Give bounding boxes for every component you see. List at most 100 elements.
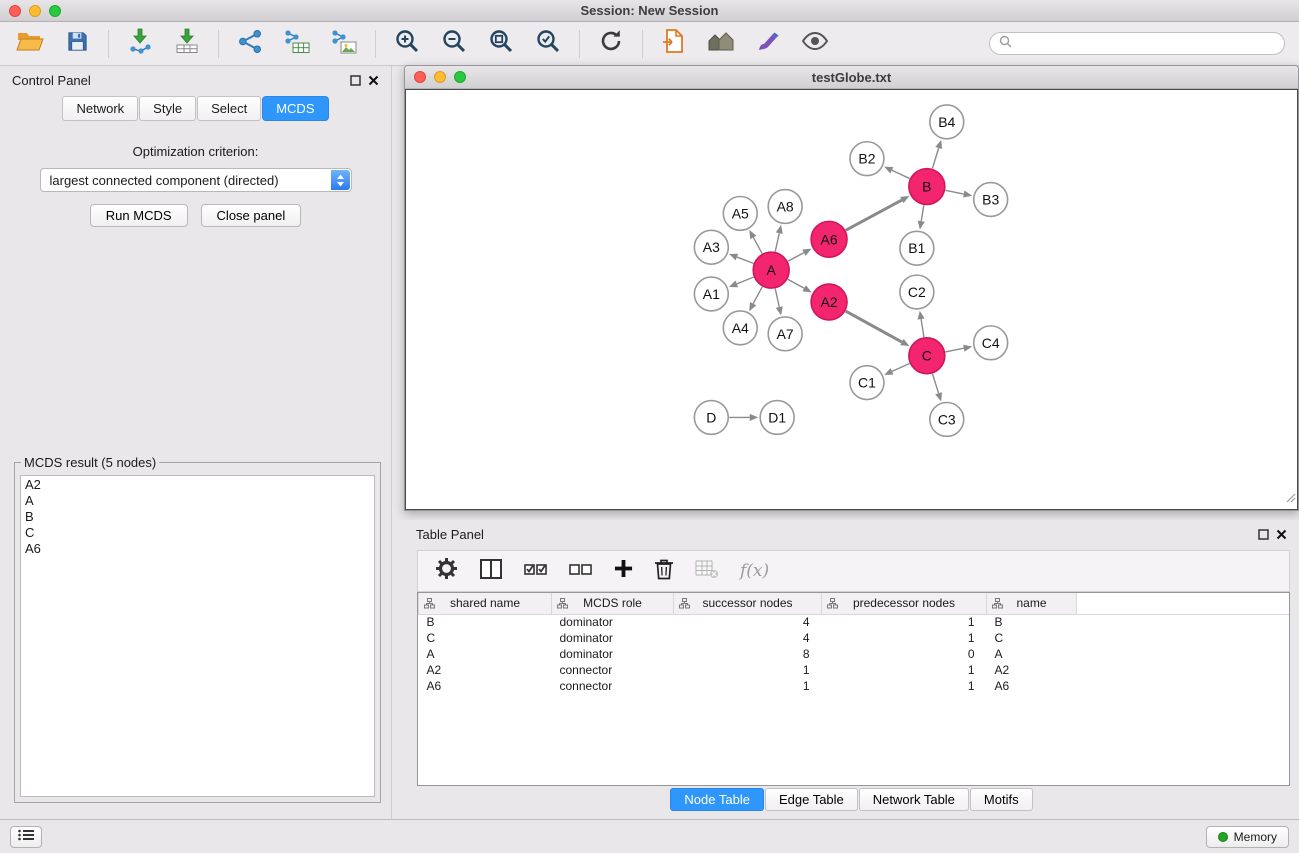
split-column-icon (479, 558, 503, 585)
column-header-successor-nodes[interactable]: successor nodes (674, 593, 822, 614)
graph-edge-B-B3[interactable] (945, 190, 963, 194)
table-row[interactable]: A2connector11A2 (419, 662, 1290, 678)
tab-style[interactable]: Style (139, 96, 196, 121)
network-from-image-button[interactable] (328, 28, 360, 60)
criterion-select[interactable]: largest connected component (directed) (40, 168, 352, 192)
table-tab-node-table[interactable]: Node Table (670, 788, 764, 811)
style-brush-button[interactable] (752, 28, 784, 60)
zoom-in-button[interactable] (391, 28, 423, 60)
network-from-table-button[interactable] (281, 28, 313, 60)
graph-edge-A6-B[interactable] (846, 200, 902, 230)
table-cell: dominator (552, 614, 674, 630)
table-cell: B (987, 614, 1077, 630)
delete-table-button[interactable] (695, 559, 719, 584)
graph-edge-B-B1[interactable] (921, 205, 924, 221)
mcds-result-item[interactable]: C (25, 525, 370, 541)
column-header-label: shared name (450, 596, 520, 610)
graph-edge-C-C3[interactable] (932, 374, 938, 394)
mcds-result-item[interactable]: B (25, 509, 370, 525)
network-minimize-button[interactable] (434, 71, 446, 83)
table-cell: 1 (674, 662, 822, 678)
resize-grip-icon[interactable] (1284, 490, 1296, 508)
minimize-window-button[interactable] (29, 5, 41, 17)
zoom-window-button[interactable] (49, 5, 61, 17)
table-cell: 1 (822, 630, 987, 646)
task-history-button[interactable] (10, 826, 42, 848)
close-window-button[interactable] (9, 5, 21, 17)
graph-edge-C-C4[interactable] (945, 348, 963, 352)
export-document-button[interactable] (658, 28, 690, 60)
home-button[interactable] (705, 28, 737, 60)
mcds-result-item[interactable]: A2 (25, 477, 370, 493)
table-row[interactable]: Bdominator41B (419, 614, 1290, 630)
close-panel-icon[interactable] (368, 75, 379, 86)
close-table-panel-icon[interactable] (1276, 529, 1287, 540)
mcds-result-item[interactable]: A6 (25, 541, 370, 557)
save-session-button[interactable] (61, 28, 93, 60)
open-session-button[interactable] (14, 28, 46, 60)
column-header-predecessor-nodes[interactable]: predecessor nodes (822, 593, 987, 614)
node-table: shared name MCDS rolesuccessor nodesprede… (418, 593, 1289, 694)
graph-edge-A-A3[interactable] (737, 257, 754, 263)
column-header-shared-name[interactable]: shared name (419, 593, 552, 614)
network-window-titlebar[interactable]: testGlobe.txt (405, 66, 1298, 89)
show-column-button[interactable] (479, 558, 503, 585)
table-tab-motifs[interactable]: Motifs (970, 788, 1033, 811)
import-network-file-button[interactable] (124, 28, 156, 60)
float-table-panel-icon[interactable] (1258, 529, 1269, 540)
graph-node-label-A8: A8 (777, 198, 794, 214)
zoom-out-button[interactable] (438, 28, 470, 60)
show-hide-button[interactable] (799, 28, 831, 60)
table-tab-edge-table[interactable]: Edge Table (765, 788, 858, 811)
run-mcds-button[interactable]: Run MCDS (90, 204, 188, 227)
apply-layout-button[interactable] (595, 28, 627, 60)
new-network-button[interactable] (234, 28, 266, 60)
network-canvas[interactable]: B4B2BB3A8A5A6A3B1AC2A1A2A4A7C4CC1DD1C3 (405, 89, 1298, 510)
table-settings-button[interactable] (435, 557, 458, 585)
graph-edge-B-B4[interactable] (932, 148, 938, 168)
import-table-file-button[interactable] (171, 28, 203, 60)
graph-edge-C-C2[interactable] (921, 319, 924, 337)
network-close-button[interactable] (414, 71, 426, 83)
graph-edge-A-A1[interactable] (737, 277, 754, 284)
graph-edge-B-B2[interactable] (892, 170, 910, 178)
float-panel-icon[interactable] (350, 75, 361, 86)
column-header-mcds-role[interactable]: MCDS role (552, 593, 674, 614)
graph-edge-A-A8[interactable] (775, 233, 779, 251)
memory-button[interactable]: Memory (1206, 826, 1289, 848)
network-zoom-button[interactable] (454, 71, 466, 83)
graph-node-label-B2: B2 (858, 151, 875, 167)
select-all-columns-button[interactable] (524, 560, 548, 583)
deselect-all-columns-button[interactable] (569, 560, 593, 583)
graph-edge-C-C1[interactable] (892, 363, 910, 371)
zoom-selected-button[interactable] (532, 28, 564, 60)
tab-network[interactable]: Network (62, 96, 138, 121)
node-table-container[interactable]: shared name MCDS rolesuccessor nodesprede… (417, 592, 1290, 786)
close-panel-button[interactable]: Close panel (201, 204, 302, 227)
graph-node-label-A3: A3 (703, 239, 720, 255)
delete-column-button[interactable] (654, 558, 674, 585)
table-row[interactable]: A6connector11A6 (419, 678, 1290, 694)
graph-edge-A-A4[interactable] (753, 287, 762, 304)
graph-edge-A-A5[interactable] (753, 237, 762, 253)
search-input[interactable] (1017, 37, 1275, 51)
table-tab-network-table[interactable]: Network Table (859, 788, 969, 811)
table-row[interactable]: Cdominator41C (419, 630, 1290, 646)
mcds-result-item[interactable]: A (25, 493, 370, 509)
tab-mcds[interactable]: MCDS (262, 96, 328, 121)
toolbar-separator (218, 30, 219, 58)
column-header-label: name (1016, 596, 1046, 610)
graph-edge-A-A7[interactable] (775, 289, 779, 307)
column-header-name[interactable]: name (987, 593, 1077, 614)
create-column-button[interactable] (614, 559, 633, 583)
table-panel-header: Table Panel (404, 520, 1299, 548)
table-cell: A2 (987, 662, 1077, 678)
graph-edge-A-A6[interactable] (788, 253, 804, 262)
table-row[interactable]: Adominator80A (419, 646, 1290, 662)
zoom-fit-button[interactable] (485, 28, 517, 60)
function-builder-button[interactable]: f(x) (740, 561, 769, 581)
graph-edge-A-A2[interactable] (788, 279, 804, 288)
graph-node-label-C1: C1 (858, 375, 876, 391)
graph-edge-A2-C[interactable] (846, 311, 902, 342)
tab-select[interactable]: Select (197, 96, 261, 121)
